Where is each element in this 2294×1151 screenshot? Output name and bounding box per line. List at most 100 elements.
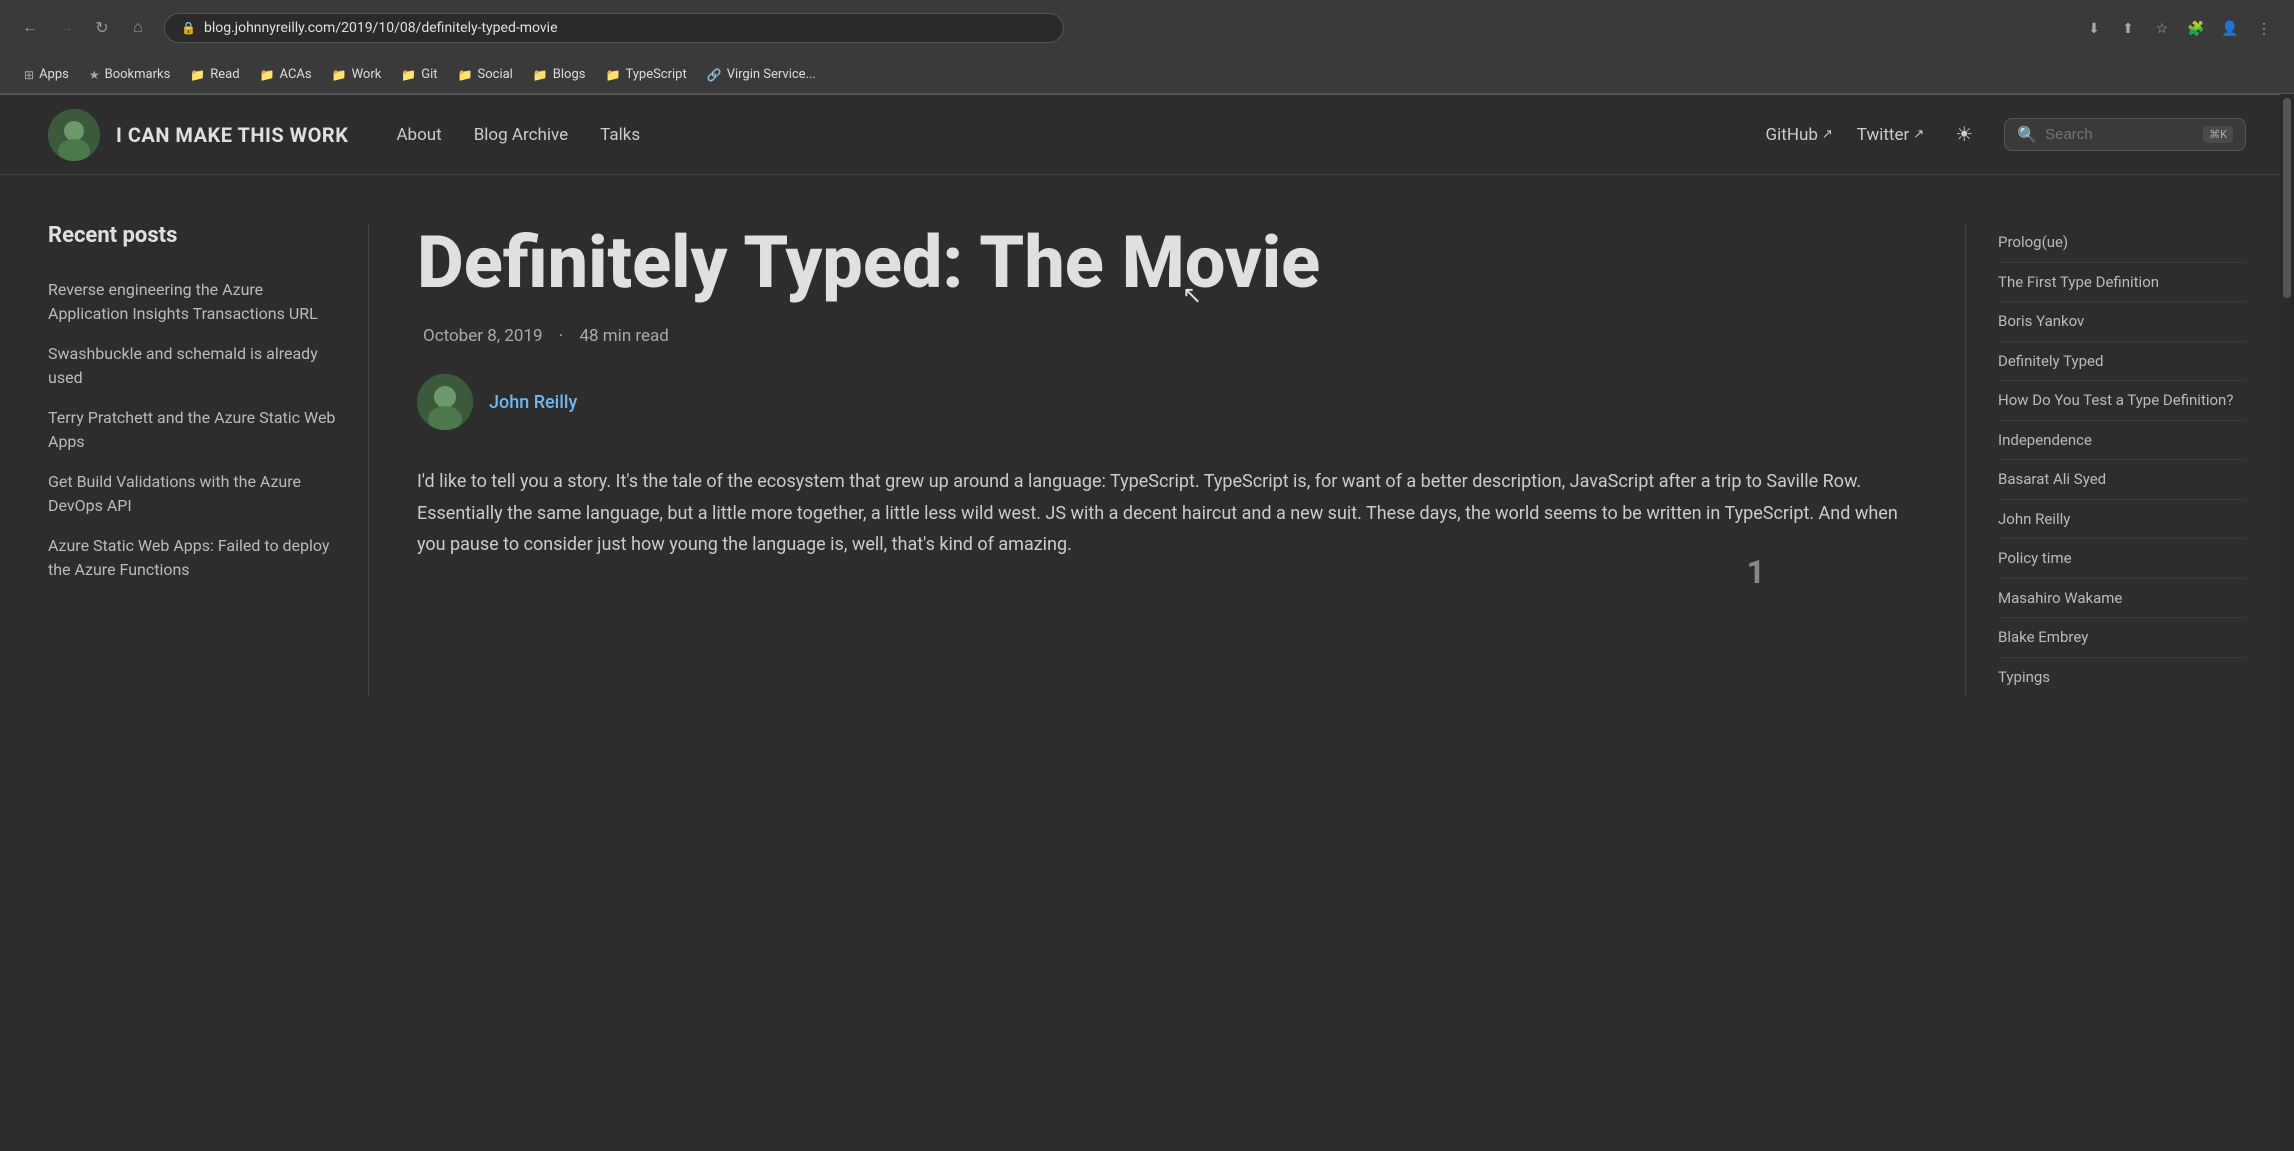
folder-icon-2: 📁 [260, 68, 275, 82]
nav-talks[interactable]: Talks [600, 125, 640, 145]
toc-item[interactable]: Independence [1998, 420, 2246, 460]
external-link-icon: ↗ [1822, 127, 1833, 142]
toc-item[interactable]: Prolog(ue) [1998, 223, 2246, 262]
nav-about[interactable]: About [396, 125, 441, 145]
bookmark-read-label: Read [210, 67, 239, 82]
author-avatar [417, 374, 473, 430]
list-item[interactable]: Reverse engineering the Azure Applicatio… [48, 272, 336, 332]
bookmark-button[interactable]: ☆ [2148, 14, 2176, 42]
toc-item[interactable]: The First Type Definition [1998, 262, 2246, 302]
page-wrapper: I CAN MAKE THIS WORK About Blog Archive … [0, 95, 2294, 1151]
list-item[interactable]: Azure Static Web Apps: Failed to deploy … [48, 528, 336, 588]
twitter-link[interactable]: Twitter ↗ [1857, 125, 1924, 145]
bookmark-typescript[interactable]: 📁 TypeScript [597, 64, 694, 85]
bookmark-apps[interactable]: ⊞ Apps [16, 64, 77, 85]
profile-button[interactable]: 👤 [2216, 14, 2244, 42]
bookmark-virgin-service[interactable]: 🔗 Virgin Service... [699, 64, 824, 85]
folder-icon: 📁 [190, 68, 205, 82]
main-layout: Recent posts Reverse engineering the Azu… [0, 175, 2294, 696]
bookmark-work[interactable]: 📁 Work [324, 64, 390, 85]
nav-blog-archive[interactable]: Blog Archive [474, 125, 568, 145]
site-header: I CAN MAKE THIS WORK About Blog Archive … [0, 95, 2294, 175]
bookmark-git[interactable]: 📁 Git [393, 64, 445, 85]
search-input[interactable] [2045, 126, 2195, 143]
toc-item[interactable]: Policy time [1998, 538, 2246, 578]
toc-item[interactable]: Masahiro Wakame [1998, 578, 2246, 618]
toc-sidebar: Prolog(ue) The First Type Definition Bor… [1966, 223, 2246, 696]
folder-icon-7: 📁 [605, 68, 620, 82]
bookmark-social[interactable]: 📁 Social [450, 64, 521, 85]
theme-toggle-button[interactable]: ☀ [1948, 119, 1980, 151]
apps-icon: ⊞ [24, 68, 34, 82]
bookmark-bookmarks-label: Bookmarks [105, 67, 171, 82]
bookmarks-bar: ⊞ Apps ★ Bookmarks 📁 Read 📁 ACAs 📁 Work … [0, 56, 2294, 94]
forward-button[interactable]: → [52, 14, 80, 42]
bookmark-typescript-label: TypeScript [625, 67, 686, 82]
address-text: blog.johnnyreilly.com/2019/10/08/definit… [204, 20, 558, 36]
link-icon: 🔗 [707, 68, 722, 82]
article-meta: October 8, 2019 · 48 min read [417, 326, 1917, 346]
browser-actions: ⬇ ⬆ ☆ 🧩 👤 ⋮ [2080, 14, 2278, 42]
download-button[interactable]: ⬇ [2080, 14, 2108, 42]
page-number-annotation: 1 [1747, 553, 1765, 591]
browser-top-bar: ← → ↻ ⌂ 🔒 blog.johnnyreilly.com/2019/10/… [0, 0, 2294, 56]
reload-button[interactable]: ↻ [88, 14, 116, 42]
article-separator: · [559, 326, 563, 346]
browser-nav-buttons: ← → ↻ ⌂ [16, 14, 152, 42]
avatar [48, 109, 100, 161]
back-button[interactable]: ← [16, 14, 44, 42]
search-box[interactable]: 🔍 ⌘K [2004, 118, 2246, 151]
folder-icon-5: 📁 [458, 68, 473, 82]
folder-icon-4: 📁 [401, 68, 416, 82]
bookmark-read[interactable]: 📁 Read [182, 64, 247, 85]
bookmark-acas[interactable]: 📁 ACAs [252, 64, 320, 85]
site-nav: About Blog Archive Talks [396, 125, 640, 145]
scrollbar-thumb[interactable] [2283, 98, 2291, 298]
author-name[interactable]: John Reilly [489, 392, 577, 413]
menu-button[interactable]: ⋮ [2250, 14, 2278, 42]
site-logo[interactable]: I CAN MAKE THIS WORK [48, 109, 348, 161]
bookmark-git-label: Git [421, 67, 437, 82]
github-link[interactable]: GitHub ↗ [1766, 125, 1833, 145]
recent-posts-sidebar: Recent posts Reverse engineering the Azu… [48, 223, 368, 696]
bookmark-social-label: Social [478, 67, 513, 82]
address-bar[interactable]: 🔒 blog.johnnyreilly.com/2019/10/08/defin… [164, 13, 1064, 43]
article-paragraph: I'd like to tell you a story. It's the t… [417, 466, 1917, 561]
toc-item[interactable]: Typings [1998, 657, 2246, 697]
list-item[interactable]: Terry Pratchett and the Azure Static Web… [48, 400, 336, 460]
article-date: October 8, 2019 [423, 326, 543, 346]
share-button[interactable]: ⬆ [2114, 14, 2142, 42]
bookmark-acas-label: ACAs [280, 67, 312, 82]
external-link-icon-2: ↗ [1913, 127, 1924, 142]
extensions-button[interactable]: 🧩 [2182, 14, 2210, 42]
article-read-time: 48 min read [579, 326, 668, 346]
bookmark-blogs-label: Blogs [553, 67, 586, 82]
bookmark-apps-label: Apps [39, 67, 69, 82]
article-body: I'd like to tell you a story. It's the t… [417, 466, 1917, 561]
folder-icon-6: 📁 [533, 68, 548, 82]
search-shortcut: ⌘K [2203, 126, 2233, 143]
toc-item[interactable]: Basarat Ali Syed [1998, 459, 2246, 499]
bookmark-bookmarks[interactable]: ★ Bookmarks [81, 64, 178, 85]
star-icon: ★ [89, 68, 100, 82]
bookmark-virgin-service-label: Virgin Service... [727, 67, 816, 82]
search-icon: 🔍 [2017, 125, 2037, 144]
article: Definitely Typed: The Movie October 8, 2… [368, 223, 1966, 696]
toc-item[interactable]: Blake Embrey [1998, 617, 2246, 657]
folder-icon-3: 📁 [332, 68, 347, 82]
toc-item[interactable]: How Do You Test a Type Definition? [1998, 380, 2246, 420]
lock-icon: 🔒 [181, 21, 196, 35]
site-title: I CAN MAKE THIS WORK [116, 123, 348, 147]
home-button[interactable]: ⌂ [124, 14, 152, 42]
bookmark-blogs[interactable]: 📁 Blogs [525, 64, 594, 85]
list-item[interactable]: Get Build Validations with the Azure Dev… [48, 464, 336, 524]
article-title: Definitely Typed: The Movie [417, 223, 1917, 302]
scrollbar[interactable] [2280, 94, 2294, 1151]
list-item[interactable]: Swashbuckle and schemald is already used [48, 336, 336, 396]
toc-item[interactable]: Boris Yankov [1998, 301, 2246, 341]
article-author: John Reilly [417, 374, 1917, 430]
toc-item[interactable]: Definitely Typed [1998, 341, 2246, 381]
site-header-right: GitHub ↗ Twitter ↗ ☀ 🔍 ⌘K [1766, 118, 2246, 151]
toc-item[interactable]: John Reilly [1998, 499, 2246, 539]
sidebar-title: Recent posts [48, 223, 336, 248]
